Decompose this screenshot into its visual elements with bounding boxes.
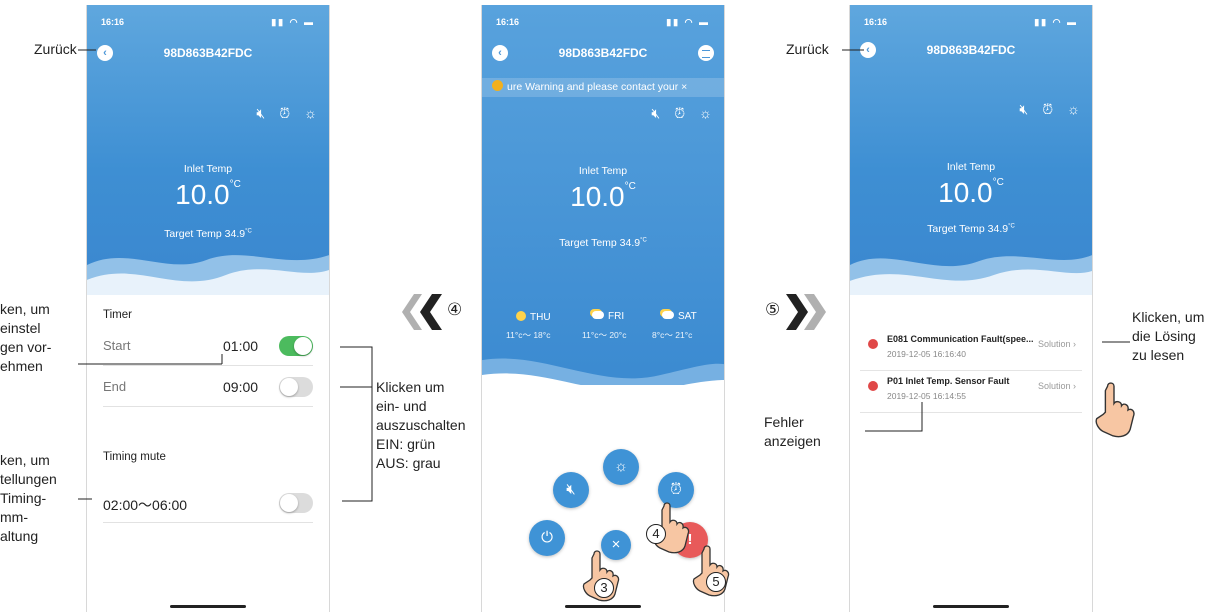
annotation-solution-note: Klicken, um die Lösing zu lesen: [1132, 309, 1205, 363]
annotation-lines: [78, 49, 1130, 502]
annotation-timer-note: ken, um einstel gen vor- ehmen: [0, 301, 52, 374]
annotation-mute-note: ken, um tellungen Timing- mm- altung: [0, 452, 57, 544]
annotation-fault-note: Fehler anzeigen: [764, 414, 821, 449]
annotation-back-left: Zurück: [34, 41, 77, 57]
annotation-back-right: Zurück: [786, 41, 829, 57]
annotation-toggle-note: Klicken um ein- und auszuschalten EIN: g…: [376, 379, 466, 471]
